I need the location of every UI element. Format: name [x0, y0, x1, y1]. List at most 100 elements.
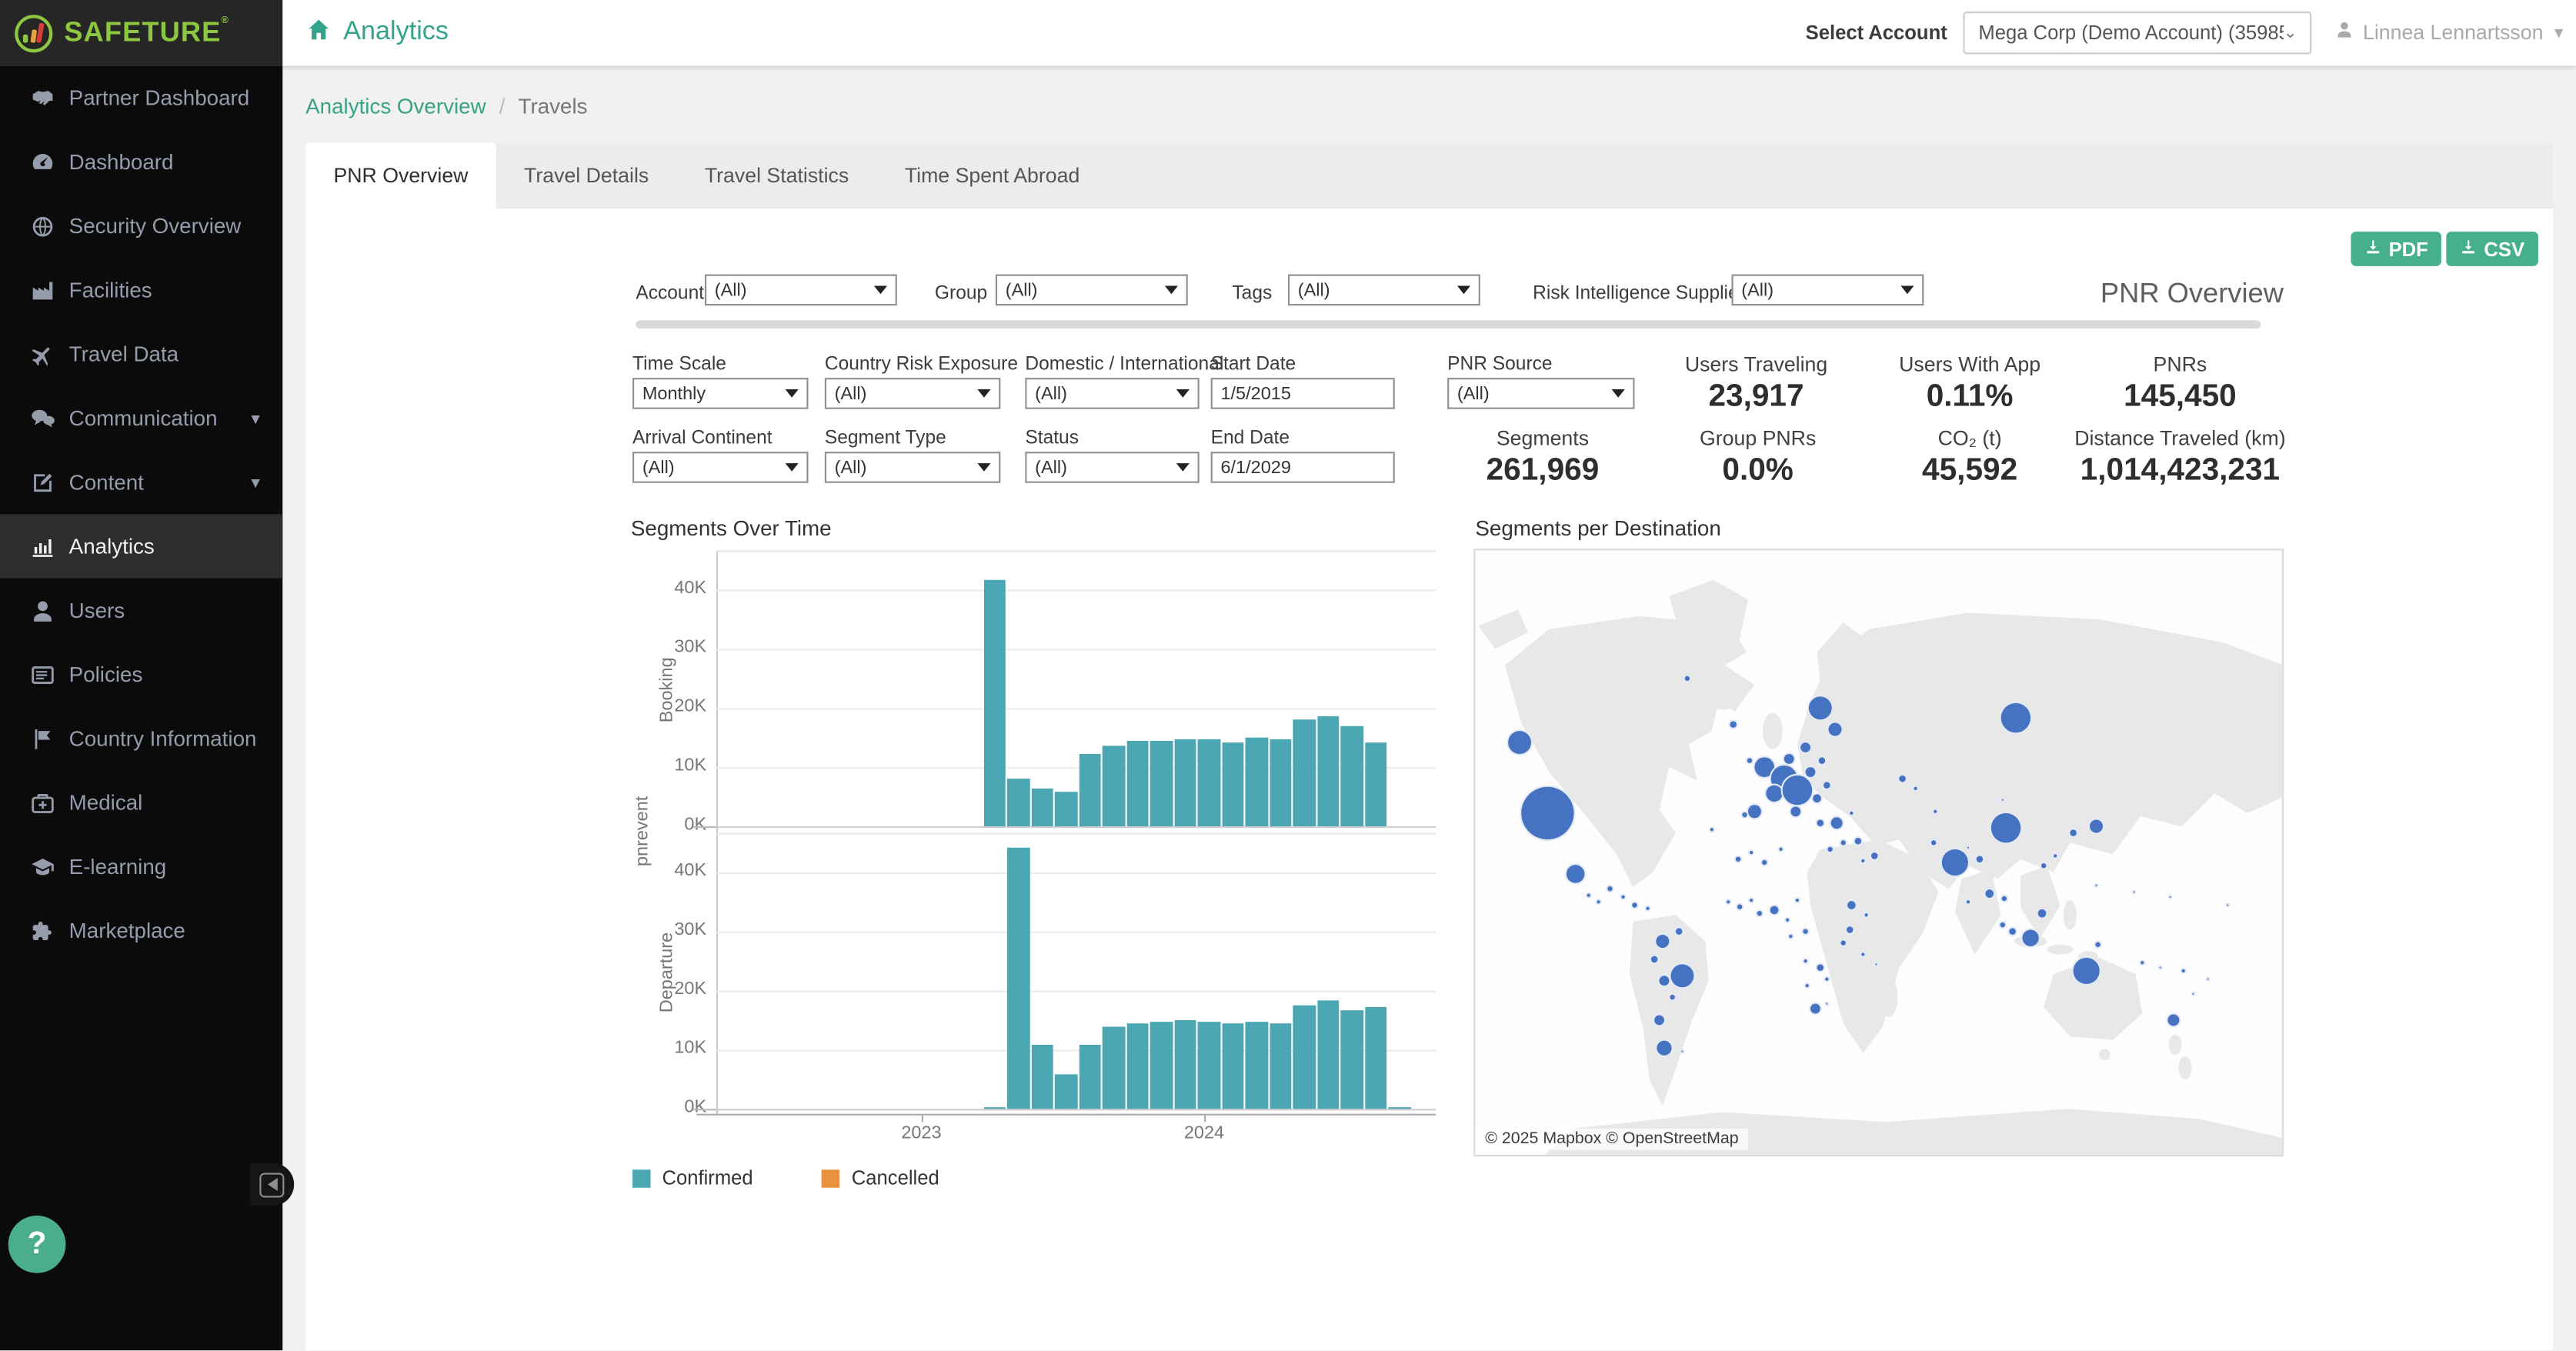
tab-travel-details[interactable]: Travel Details [496, 143, 677, 208]
map-point [1800, 742, 1813, 755]
segments-per-destination-map[interactable]: © 2025 Mapbox © OpenStreetMap [1473, 549, 2284, 1156]
legend-item-confirmed: Confirmed [632, 1166, 753, 1189]
map-point [1787, 932, 1794, 939]
map-point [1735, 902, 1743, 911]
breadcrumb-link-analytics-overview[interactable]: Analytics Overview [305, 94, 486, 118]
map-point [1733, 855, 1742, 863]
map-point [1860, 951, 1867, 958]
select-caret-icon [874, 286, 887, 295]
map-point [1849, 810, 1856, 817]
filter-label-group: Group [935, 284, 987, 304]
filter-select-group[interactable]: (All) [996, 275, 1188, 306]
sidebar-item-analytics[interactable]: Analytics [0, 514, 282, 578]
sidebar-item-policies[interactable]: Policies [0, 642, 282, 706]
bar-mark [1293, 1006, 1316, 1109]
bar-mark [1079, 1044, 1102, 1109]
app-root: SAFETURE® Analytics Select Account Mega … [0, 0, 2576, 1351]
sidebar-item-marketplace[interactable]: Marketplace [0, 899, 282, 962]
map-point [2168, 894, 2173, 899]
map-point [2087, 819, 2104, 835]
export-csv-button[interactable]: CSV [2446, 232, 2538, 266]
sidebar-item-users[interactable]: Users [0, 579, 282, 642]
sidebar-item-dashboard[interactable]: Dashboard [0, 130, 282, 194]
sidebar: Partner DashboardDashboardSecurity Overv… [0, 65, 282, 1351]
sidebar-item-communication[interactable]: Communication▼ [0, 386, 282, 450]
filter-select-pnr-source[interactable]: (All) [1447, 378, 1634, 409]
filter-select-arrival-continent[interactable]: (All) [632, 452, 808, 483]
stat-users-with-app: Users With App0.11% [1899, 353, 2040, 415]
map-point [1824, 975, 1830, 982]
select-caret-icon [977, 463, 990, 472]
download-icon [2364, 238, 2389, 261]
sidebar-item-content[interactable]: Content▼ [0, 450, 282, 514]
map-point [2000, 701, 2034, 734]
sidebar-item-label: Medical [69, 790, 143, 815]
tab-travel-statistics[interactable]: Travel Statistics [677, 143, 877, 208]
content-icon [28, 469, 55, 496]
sidebar-item-security-overview[interactable]: Security Overview [0, 194, 282, 258]
stat-label: Distance Traveled (km) [2074, 427, 2285, 450]
map-point [1965, 899, 1972, 906]
sidebar-item-partner-dashboard[interactable]: Partner Dashboard [0, 65, 282, 129]
filter-select-risk-intelligence-supplier[interactable]: (All) [1732, 275, 1924, 306]
sidebar-item-country-information[interactable]: Country Information [0, 706, 282, 770]
user-menu[interactable]: Linnea Lennartsson ▼ [2335, 18, 2566, 47]
stat-label: Segments [1487, 427, 1600, 450]
filter-label-time-scale: Time Scale [632, 355, 726, 375]
map-point [1784, 916, 1791, 923]
bar-mark [1103, 746, 1126, 826]
map-point [2158, 964, 2163, 969]
filter-label-tags: Tags [1232, 284, 1272, 304]
filter-select-time-scale[interactable]: Monthly [632, 378, 808, 409]
elearning-icon [28, 852, 55, 880]
gridline [716, 826, 1436, 828]
sidebar-item-medical[interactable]: Medical [0, 770, 282, 834]
sidebar-item-travel-data[interactable]: Travel Data [0, 322, 282, 385]
world-landmass [1475, 550, 2284, 1156]
filter-label-risk-intelligence-supplier: Risk Intelligence Supplier [1533, 284, 1745, 304]
chevron-down-icon: ▼ [249, 474, 263, 490]
sidebar-collapse-button[interactable] [250, 1163, 295, 1206]
filters-scrollbar[interactable] [636, 320, 2261, 329]
map-point [1984, 888, 1995, 899]
map-point [1794, 896, 1801, 903]
filter-select-country-risk-exposure[interactable]: (All) [825, 378, 1000, 409]
map-point [1585, 892, 1592, 899]
map-point [1565, 863, 1587, 885]
filter-value: (All) [835, 458, 867, 478]
select-caret-icon [1176, 463, 1190, 472]
filter-select-segment-type[interactable]: (All) [825, 452, 1000, 483]
registered-mark: ® [221, 16, 229, 26]
chart-panel-booking [716, 550, 1436, 829]
header-right: Select Account Mega Corp (Demo Account) … [1806, 0, 2567, 65]
help-button[interactable]: ? [8, 1216, 66, 1273]
page-title-text: Analytics [343, 18, 449, 47]
filter-label-account: Account [636, 284, 704, 304]
sidebar-item-label: Travel Data [69, 342, 179, 366]
tab-pnr-overview[interactable]: PNR Overview [305, 143, 496, 208]
filter-select-status[interactable]: (All) [1025, 452, 1199, 483]
bar-mark [1032, 1044, 1054, 1109]
filter-select-domestic-international[interactable]: (All) [1025, 378, 1199, 409]
bar-mark [1008, 779, 1030, 826]
sidebar-item-facilities[interactable]: Facilities [0, 258, 282, 322]
tab-time-spent-abroad[interactable]: Time Spent Abroad [877, 143, 1108, 208]
page-title: Analytics [305, 0, 449, 65]
map-point [2000, 895, 2008, 903]
account-select[interactable]: Mega Corp (Demo Account) (3598591) ⌄ [1964, 12, 2312, 55]
select-caret-icon [1457, 286, 1470, 295]
sidebar-item-label: Communication [69, 405, 218, 430]
bar-mark [1174, 1020, 1196, 1109]
stat-label: Users Traveling [1685, 353, 1827, 376]
gridline [716, 649, 1436, 651]
logo[interactable]: SAFETURE® [0, 0, 282, 65]
bar-mark [1032, 789, 1054, 826]
filter-input-start-date[interactable]: 1/5/2015 [1211, 378, 1395, 409]
filter-input-end-date[interactable]: 6/1/2029 [1211, 452, 1395, 483]
legend-label: Confirmed [662, 1166, 752, 1189]
filter-select-account[interactable]: (All) [705, 275, 897, 306]
sidebar-item-e-learning[interactable]: E-learning [0, 835, 282, 899]
export-pdf-button[interactable]: PDF [2351, 232, 2441, 266]
filter-value: (All) [1035, 458, 1067, 478]
filter-select-tags[interactable]: (All) [1288, 275, 1480, 306]
